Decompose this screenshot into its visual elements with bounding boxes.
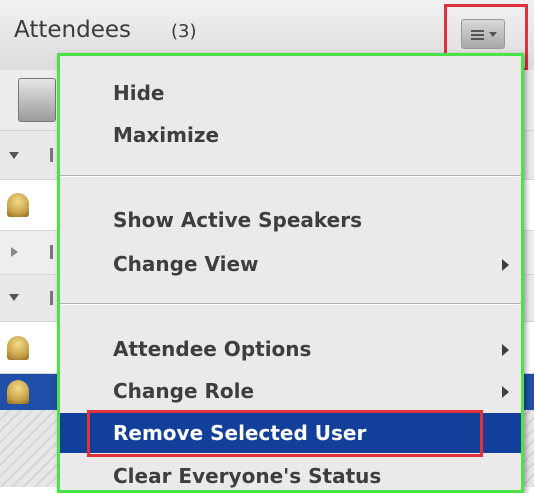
menu-item-attendee-options[interactable]: Attendee Options	[113, 337, 311, 361]
menu-item-clear-everyones-status[interactable]: Clear Everyone's Status	[113, 464, 381, 488]
menu-divider	[60, 175, 521, 177]
remove-user-callout	[87, 410, 483, 457]
group-label-fragment	[50, 291, 53, 305]
group-label-fragment	[50, 148, 53, 162]
menu-divider	[60, 303, 521, 305]
menu-item-hide[interactable]: Hide	[113, 81, 164, 105]
attendee-count: (3)	[171, 21, 197, 42]
expand-right-icon	[11, 247, 18, 257]
view-toggle-icon[interactable]	[18, 78, 56, 122]
menu-item-show-active-speakers[interactable]: Show Active Speakers	[113, 208, 362, 232]
attendee-icon	[7, 193, 29, 217]
group-label-fragment	[50, 245, 53, 259]
menu-item-change-role[interactable]: Change Role	[113, 379, 254, 403]
attendee-icon	[7, 336, 29, 360]
expand-down-icon	[9, 152, 19, 159]
submenu-arrow-icon	[502, 259, 509, 271]
submenu-arrow-icon	[502, 386, 509, 398]
menu-item-maximize[interactable]: Maximize	[113, 123, 219, 147]
menu-item-change-view[interactable]: Change View	[113, 252, 259, 276]
expand-down-icon	[9, 294, 19, 301]
pod-title: Attendees	[14, 17, 131, 43]
submenu-arrow-icon	[502, 344, 509, 356]
attendee-icon	[7, 380, 29, 404]
